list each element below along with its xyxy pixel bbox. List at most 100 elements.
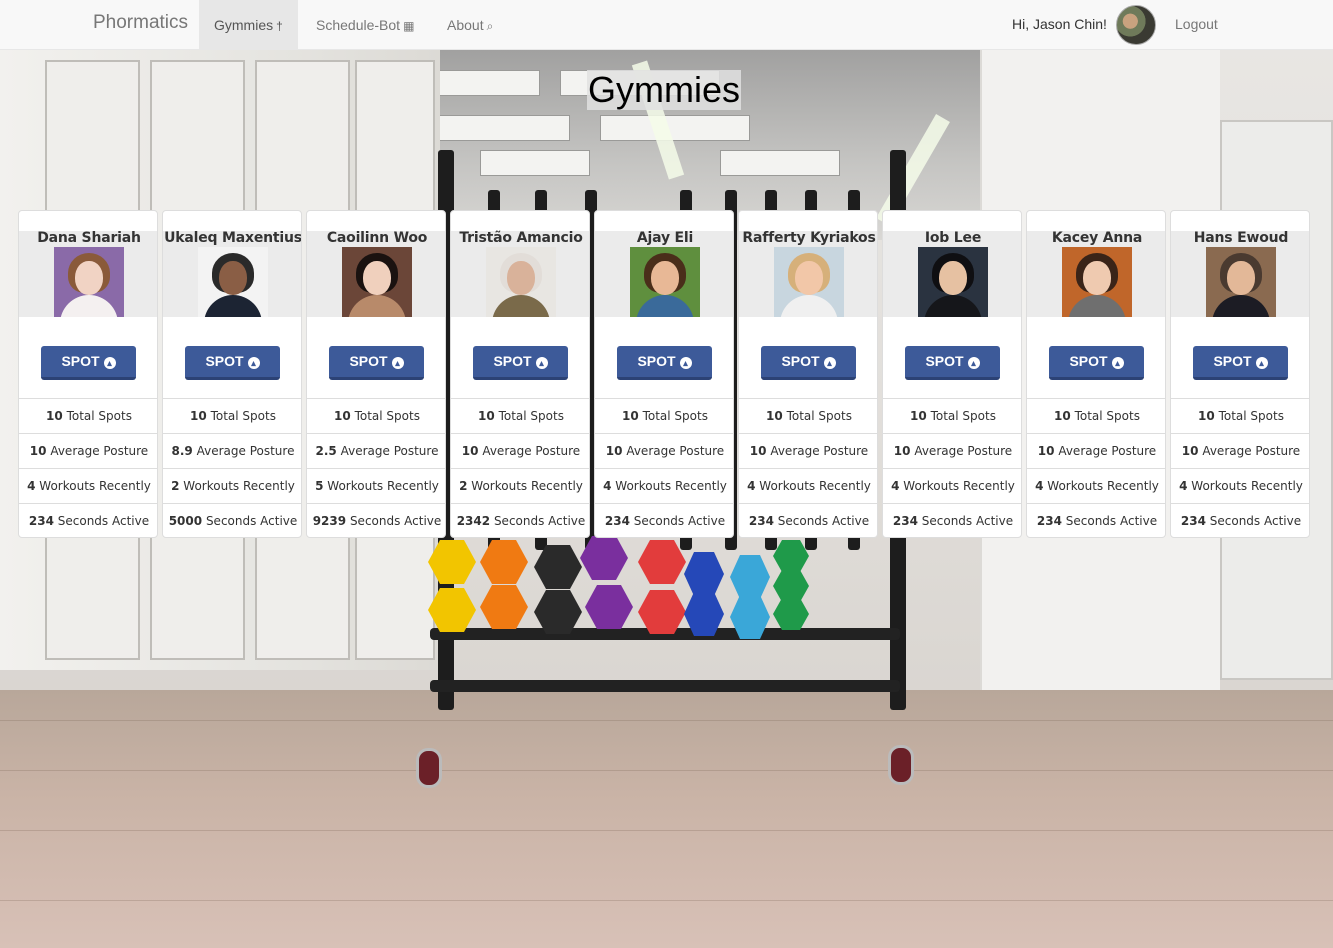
gymmie-name: Ukaleq Maxentius bbox=[164, 230, 302, 246]
brand-link[interactable]: Phormatics bbox=[93, 12, 188, 34]
stat-value: 5000 bbox=[168, 514, 203, 528]
spot-button[interactable]: SPOT ▴ bbox=[185, 346, 280, 380]
gymmie-photo bbox=[1206, 247, 1276, 317]
nav-about-label: About bbox=[447, 17, 484, 33]
stat-label: Total Spots bbox=[642, 409, 708, 423]
logout-link[interactable]: Logout bbox=[1175, 16, 1218, 32]
stat-row-workouts: 4 Workouts Recently bbox=[1171, 468, 1309, 503]
chevron-up-circle-icon: ▴ bbox=[823, 357, 836, 369]
stat-label: Average Posture bbox=[914, 444, 1013, 458]
stat-row-seconds: 234 Seconds Active bbox=[739, 503, 877, 537]
stat-value: 2 bbox=[171, 479, 180, 493]
chevron-up-circle-icon: ▴ bbox=[391, 357, 404, 369]
stat-row-workouts: 4 Workouts Recently bbox=[1027, 468, 1165, 503]
spot-button[interactable]: SPOT ▴ bbox=[473, 346, 568, 380]
spot-button-label: SPOT bbox=[493, 353, 532, 369]
gymmie-card: Ajay Eli SPOT ▴ 10 Total Spots 10 Average Po… bbox=[594, 210, 734, 538]
nav-gymmies[interactable]: Gymmies † bbox=[199, 0, 298, 50]
stat-row-workouts: 4 Workouts Recently bbox=[19, 468, 157, 503]
stat-row-posture: 10 Average Posture bbox=[595, 433, 733, 468]
stat-row-workouts: 4 Workouts Recently bbox=[739, 468, 877, 503]
stat-label: Workouts Recently bbox=[903, 479, 1015, 493]
stat-label: Seconds Active bbox=[493, 514, 586, 528]
stat-label: Workouts Recently bbox=[1191, 479, 1303, 493]
stat-row-seconds: 234 Seconds Active bbox=[595, 503, 733, 537]
gymmie-card: Ukaleq Maxentius SPOT ▴ 10 Total Spots 8.9 A… bbox=[162, 210, 302, 538]
nav-schedule-bot-label: Schedule-Bot bbox=[316, 17, 401, 33]
stat-label: Seconds Active bbox=[921, 514, 1014, 528]
spot-button[interactable]: SPOT ▴ bbox=[761, 346, 856, 380]
stat-row-posture: 10 Average Posture bbox=[1027, 433, 1165, 468]
chevron-up-circle-icon: ▴ bbox=[247, 357, 260, 369]
stat-row-spots: 10 Total Spots bbox=[595, 398, 733, 433]
stat-value: 9239 bbox=[312, 514, 347, 528]
stat-value: 10 bbox=[622, 409, 639, 423]
stat-value: 4 bbox=[27, 479, 36, 493]
user-avatar[interactable] bbox=[1116, 5, 1156, 45]
gymmie-photo bbox=[774, 247, 844, 317]
gymmie-photo bbox=[54, 247, 124, 317]
stat-label: Workouts Recently bbox=[327, 479, 439, 493]
stat-row-posture: 8.9 Average Posture bbox=[163, 433, 301, 468]
stat-label: Average Posture bbox=[482, 444, 581, 458]
stat-row-posture: 10 Average Posture bbox=[19, 433, 157, 468]
stat-label: Workouts Recently bbox=[471, 479, 583, 493]
spot-button[interactable]: SPOT ▴ bbox=[1193, 346, 1288, 380]
gymmie-name: Kacey Anna bbox=[1051, 230, 1143, 246]
stat-row-seconds: 234 Seconds Active bbox=[19, 503, 157, 537]
stat-label: Workouts Recently bbox=[1047, 479, 1159, 493]
stat-row-posture: 2.5 Average Posture bbox=[307, 433, 445, 468]
stat-value: 10 bbox=[749, 444, 767, 458]
nav-schedule-bot[interactable]: Schedule-Bot ▦ bbox=[301, 0, 429, 50]
gymmie-card: Caoilinn Woo SPOT ▴ 10 Total Spots 2.5 Avera… bbox=[306, 210, 446, 538]
gymmie-card: Hans Ewoud SPOT ▴ 10 Total Spots 10 Average … bbox=[1170, 210, 1310, 538]
stat-value: 234 bbox=[1180, 514, 1206, 528]
stat-label: Total Spots bbox=[786, 409, 852, 423]
stat-value: 234 bbox=[892, 514, 918, 528]
stat-row-posture: 10 Average Posture bbox=[883, 433, 1021, 468]
stat-label: Total Spots bbox=[1218, 409, 1284, 423]
spot-button[interactable]: SPOT ▴ bbox=[905, 346, 1000, 380]
spot-button[interactable]: SPOT ▴ bbox=[41, 346, 136, 380]
stat-label: Average Posture bbox=[1058, 444, 1157, 458]
stat-row-workouts: 5 Workouts Recently bbox=[307, 468, 445, 503]
stat-label: Seconds Active bbox=[1209, 514, 1302, 528]
spot-button[interactable]: SPOT ▴ bbox=[617, 346, 712, 380]
spot-button[interactable]: SPOT ▴ bbox=[329, 346, 424, 380]
stat-label: Average Posture bbox=[340, 444, 439, 458]
spot-button[interactable]: SPOT ▴ bbox=[1049, 346, 1144, 380]
gymmie-photo bbox=[198, 247, 268, 317]
chevron-up-circle-icon: ▴ bbox=[679, 357, 692, 369]
chevron-up-circle-icon: ▴ bbox=[535, 357, 548, 369]
stat-value: 4 bbox=[1035, 479, 1044, 493]
stat-label: Workouts Recently bbox=[39, 479, 151, 493]
stat-label: Workouts Recently bbox=[183, 479, 295, 493]
stat-label: Seconds Active bbox=[633, 514, 726, 528]
stat-label: Average Posture bbox=[196, 444, 295, 458]
stat-label: Workouts Recently bbox=[759, 479, 871, 493]
stat-label: Average Posture bbox=[626, 444, 725, 458]
stat-value: 10 bbox=[478, 409, 495, 423]
stat-value: 10 bbox=[334, 409, 351, 423]
top-navbar: Phormatics Gymmies † Schedule-Bot ▦ About ⌕… bbox=[0, 0, 1333, 50]
stat-value: 234 bbox=[1036, 514, 1062, 528]
stat-label: Seconds Active bbox=[57, 514, 150, 528]
stat-value: 4 bbox=[891, 479, 900, 493]
gymmie-name: Caoilinn Woo bbox=[326, 230, 428, 246]
stat-value: 10 bbox=[29, 444, 47, 458]
stat-value: 10 bbox=[46, 409, 63, 423]
stat-value: 2342 bbox=[456, 514, 491, 528]
spot-button-label: SPOT bbox=[1213, 353, 1252, 369]
chevron-up-circle-icon: ▴ bbox=[103, 357, 116, 369]
stat-row-spots: 10 Total Spots bbox=[1171, 398, 1309, 433]
stat-value: 10 bbox=[910, 409, 927, 423]
spot-button-label: SPOT bbox=[61, 353, 100, 369]
chevron-up-circle-icon: ▴ bbox=[1111, 357, 1124, 369]
search-icon: ⌕ bbox=[486, 19, 494, 33]
stat-row-seconds: 5000 Seconds Active bbox=[163, 503, 301, 537]
stat-value: 10 bbox=[461, 444, 479, 458]
nav-about[interactable]: About ⌕ bbox=[432, 0, 508, 50]
stat-row-spots: 10 Total Spots bbox=[883, 398, 1021, 433]
stat-row-spots: 10 Total Spots bbox=[163, 398, 301, 433]
stat-label: Average Posture bbox=[1202, 444, 1301, 458]
